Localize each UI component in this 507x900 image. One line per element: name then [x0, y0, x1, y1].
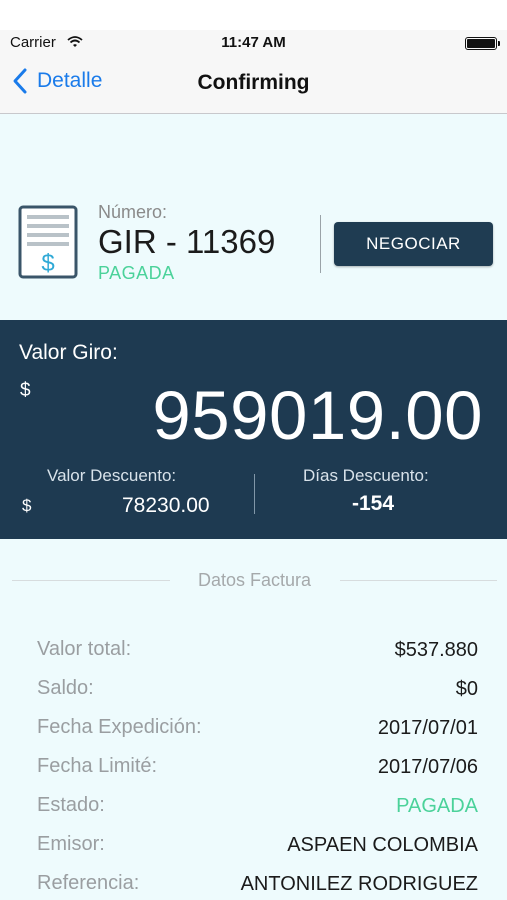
detail-value: ANTONILEZ RODRIGUEZ	[240, 873, 478, 895]
detail-row-saldo: Saldo: $0	[0, 669, 507, 707]
detail-row-referencia: Referencia: ANTONILEZ RODRIGUEZ	[0, 864, 507, 900]
svg-text:$: $	[41, 250, 54, 277]
page-title: Confirming	[197, 71, 310, 94]
valor-giro-label: Valor Giro:	[19, 341, 118, 364]
detail-label: Valor total:	[37, 638, 132, 660]
detail-row-fecha-limite: Fecha Limité: 2017/07/06	[0, 747, 507, 785]
detail-row-fecha-expedicion: Fecha Expedición: 2017/07/01	[0, 708, 507, 746]
detail-row-emisor: Emisor: ASPAEN COLOMBIA	[0, 825, 507, 863]
detail-row-valor-total: Valor total: $537.880	[0, 630, 507, 668]
giro-number: GIR - 11369	[98, 223, 276, 260]
valor-giro-panel: Valor Giro: $ 959019.00 Valor Descuento:…	[0, 320, 507, 539]
dias-descuento-label: Días Descuento:	[303, 466, 429, 485]
detail-label: Emisor:	[37, 833, 105, 855]
divider-right	[340, 580, 497, 581]
detail-value: ASPAEN COLOMBIA	[287, 834, 478, 856]
detail-value: 2017/07/01	[377, 717, 478, 739]
detail-label: Fecha Expedición:	[37, 716, 202, 738]
header-divider	[320, 215, 321, 273]
number-label: Número:	[98, 202, 168, 222]
valor-descuento-value: 78230.00	[122, 494, 210, 517]
valor-descuento-currency: $	[22, 496, 32, 515]
detail-value-status: PAGADA	[396, 795, 478, 817]
detail-value: 2017/07/06	[377, 756, 478, 778]
detail-row-estado: Estado: PAGADA	[0, 786, 507, 824]
status-badge: PAGADA	[98, 263, 175, 283]
invoice-document-icon: $	[18, 205, 78, 279]
detail-label: Estado:	[37, 794, 105, 816]
detail-value: $537.880	[394, 639, 478, 661]
valor-giro-currency: $	[20, 380, 31, 401]
detail-value: $0	[455, 678, 478, 700]
dias-descuento-value: -154	[352, 492, 395, 515]
panel-divider	[254, 474, 255, 514]
detail-label: Fecha Limité:	[37, 755, 158, 777]
status-bar: Carrier 11:47 AM	[0, 0, 507, 51]
detail-label: Saldo:	[37, 677, 94, 699]
detail-label: Referencia:	[37, 872, 140, 894]
datos-factura-header: Datos Factura	[12, 568, 497, 594]
giro-header: $ Número: GIR - 11369 PAGADA NEGOCIAR	[0, 115, 507, 320]
clock-time: 11:47 AM	[221, 34, 286, 51]
negociar-button[interactable]: NEGOCIAR	[334, 222, 493, 266]
valor-giro-amount: 959019.00	[152, 377, 483, 454]
battery-icon	[465, 37, 500, 50]
valor-descuento-label: Valor Descuento:	[47, 466, 177, 485]
